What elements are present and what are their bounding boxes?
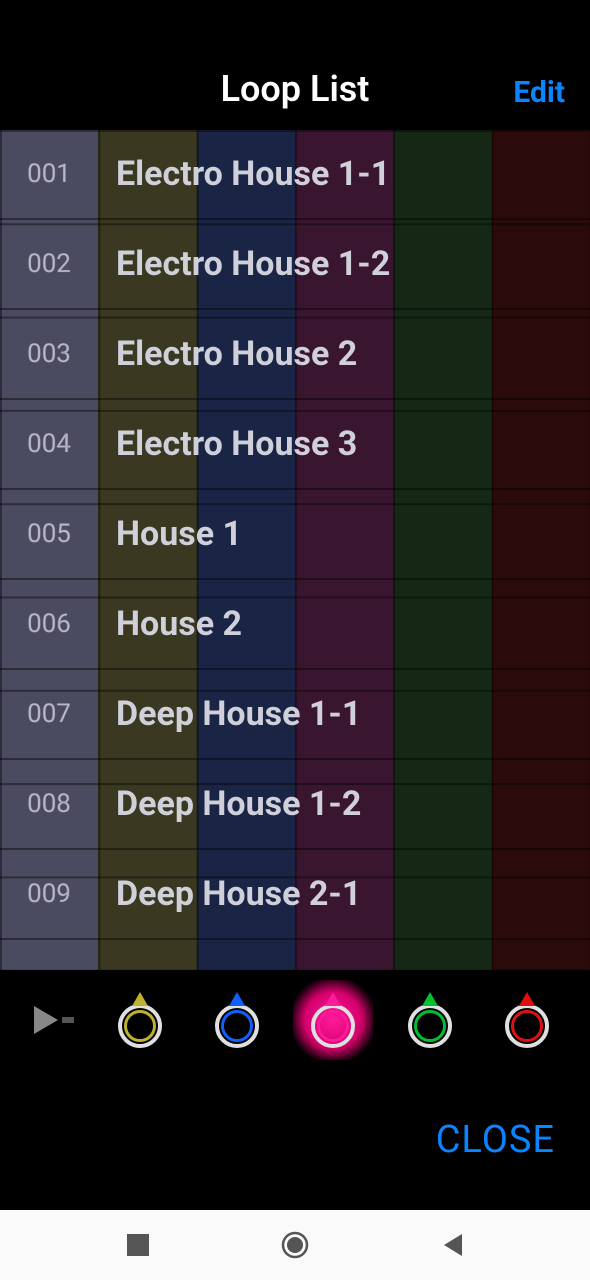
list-item[interactable]: 009Deep House 2-1 xyxy=(0,850,590,940)
list-item[interactable]: 007Deep House 1-1 xyxy=(0,670,590,760)
loop-name: Electro House 1-1 xyxy=(98,154,390,194)
loop-index: 007 xyxy=(0,699,98,729)
color-select-pink[interactable] xyxy=(293,980,373,1060)
loop-list-area: 001Electro House 1-1002Electro House 1-2… xyxy=(0,130,590,970)
triangle-icon xyxy=(132,992,148,1006)
list-item[interactable]: 005House 1 xyxy=(0,490,590,580)
android-nav-bar xyxy=(0,1210,590,1280)
color-select-green[interactable] xyxy=(390,980,470,1060)
loop-index: 009 xyxy=(0,879,98,909)
loop-name: Deep House 1-2 xyxy=(98,784,361,824)
ring-icon xyxy=(408,1004,452,1048)
loop-name: Electro House 2 xyxy=(98,334,357,374)
control-bar xyxy=(0,970,590,1070)
close-button[interactable]: CLOSE xyxy=(436,1118,555,1162)
loop-name: Deep House 1-1 xyxy=(98,694,361,734)
triangle-icon xyxy=(422,992,438,1006)
color-select-yellow[interactable] xyxy=(100,980,180,1060)
play-button[interactable] xyxy=(23,1002,83,1038)
loop-name: Electro House 1-2 xyxy=(98,244,390,284)
header: Loop List Edit xyxy=(0,0,590,130)
list-item[interactable]: 006House 2 xyxy=(0,580,590,670)
list-item[interactable]: 008Deep House 1-2 xyxy=(0,760,590,850)
color-select-red[interactable] xyxy=(487,980,567,1060)
loop-index: 004 xyxy=(0,429,98,459)
page-title: Loop List xyxy=(221,68,370,110)
loop-name: House 1 xyxy=(98,514,242,554)
color-select-blue[interactable] xyxy=(197,980,277,1060)
loop-index: 005 xyxy=(0,519,98,549)
list-item[interactable]: 001Electro House 1-1 xyxy=(0,130,590,220)
triangle-icon xyxy=(519,992,535,1006)
loop-index: 001 xyxy=(0,159,98,189)
triangle-icon xyxy=(325,992,341,1006)
list-item[interactable]: 002Electro House 1-2 xyxy=(0,220,590,310)
ring-icon xyxy=(215,1004,259,1048)
ring-icon xyxy=(311,1004,355,1048)
close-area: CLOSE xyxy=(0,1070,590,1210)
ring-icon xyxy=(118,1004,162,1048)
triangle-icon xyxy=(229,992,245,1006)
back-button[interactable] xyxy=(432,1225,472,1265)
loop-name: Deep House 2-1 xyxy=(98,874,361,914)
loop-index: 003 xyxy=(0,339,98,369)
loop-name: House 2 xyxy=(98,604,242,644)
loop-index: 006 xyxy=(0,609,98,639)
loop-name: Electro House 3 xyxy=(98,424,357,464)
list-item[interactable]: 003Electro House 2 xyxy=(0,310,590,400)
recent-apps-button[interactable] xyxy=(118,1225,158,1265)
loop-index: 002 xyxy=(0,249,98,279)
loop-list[interactable]: 001Electro House 1-1002Electro House 1-2… xyxy=(0,130,590,970)
loop-index: 008 xyxy=(0,789,98,819)
edit-button[interactable]: Edit xyxy=(513,75,565,110)
home-button[interactable] xyxy=(275,1225,315,1265)
list-item[interactable]: 004Electro House 3 xyxy=(0,400,590,490)
ring-icon xyxy=(505,1004,549,1048)
